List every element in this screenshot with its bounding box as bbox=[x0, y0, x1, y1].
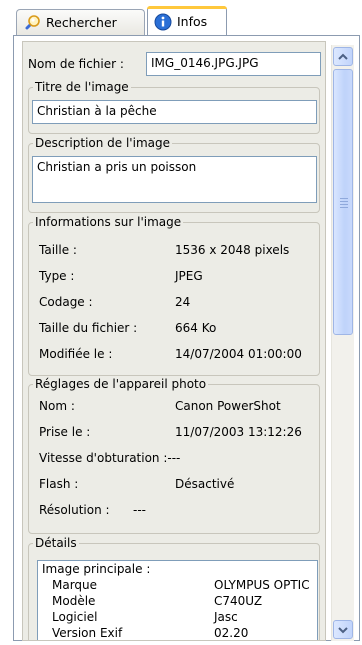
resolution-value: --- bbox=[133, 503, 146, 517]
description-legend: Description de l'image bbox=[33, 136, 172, 150]
details-software-value: Jasc bbox=[214, 610, 238, 624]
camera-name-key: Nom : bbox=[39, 399, 75, 413]
tab-infos[interactable]: Infos bbox=[147, 6, 227, 36]
grip-line bbox=[340, 204, 348, 205]
details-exif-key: Version Exif bbox=[52, 626, 123, 640]
modified-key: Modifiée le : bbox=[39, 347, 113, 361]
encoding-value: 24 bbox=[175, 295, 191, 309]
vertical-scrollbar[interactable] bbox=[331, 45, 354, 641]
tab-rechercher[interactable]: Rechercher bbox=[16, 9, 145, 35]
details-group: Détails Image principale : Marque OLYMPU… bbox=[28, 536, 320, 640]
details-list[interactable]: Image principale : Marque OLYMPUS OPTIC … bbox=[37, 560, 318, 640]
modified-value: 14/07/2004 01:00:00 bbox=[175, 347, 302, 361]
details-legend: Détails bbox=[33, 536, 79, 550]
size-value: 1536 x 2048 pixels bbox=[175, 243, 290, 257]
scroll-down-button[interactable] bbox=[333, 620, 353, 639]
image-info-legend: Informations sur l'image bbox=[33, 215, 184, 229]
shutter-speed-key: Vitesse d'obturation :--- bbox=[39, 451, 181, 465]
details-software-key: Logiciel bbox=[52, 610, 98, 624]
grip-line bbox=[340, 201, 348, 202]
title-legend: Titre de l'image bbox=[33, 80, 131, 94]
search-magnifier-icon bbox=[23, 14, 41, 32]
file-name-field[interactable]: IMG_0146.JPG.JPG bbox=[146, 52, 321, 76]
details-make-value: OLYMPUS OPTIC bbox=[214, 578, 310, 592]
flash-value: Désactivé bbox=[175, 477, 235, 491]
file-name-label: Nom de fichier : bbox=[28, 57, 124, 71]
details-model-key: Modèle bbox=[52, 594, 96, 608]
image-info-group: Informations sur l'image Taille : 1536 x… bbox=[28, 215, 320, 376]
size-key: Taille : bbox=[39, 243, 77, 257]
resolution-key: Résolution : bbox=[39, 503, 110, 517]
taken-on-key: Prise le : bbox=[39, 425, 91, 439]
taken-on-value: 11/07/2003 13:12:26 bbox=[175, 425, 302, 439]
encoding-key: Codage : bbox=[39, 295, 93, 309]
scroll-up-button[interactable] bbox=[333, 47, 353, 66]
info-icon bbox=[154, 13, 172, 31]
description-field[interactable]: Christian a pris un poisson bbox=[32, 156, 317, 203]
title-field[interactable]: Christian à la pêche bbox=[32, 100, 317, 124]
infos-content: Nom de fichier : IMG_0146.JPG.JPG Titre … bbox=[22, 41, 326, 641]
flash-key: Flash : bbox=[39, 477, 79, 491]
type-key: Type : bbox=[39, 269, 75, 283]
grip-line bbox=[340, 207, 348, 208]
details-header: Image principale : bbox=[42, 562, 151, 576]
description-group: Description de l'image Christian a pris … bbox=[28, 136, 320, 213]
type-value: JPEG bbox=[175, 269, 203, 283]
chevron-down-icon bbox=[338, 623, 348, 637]
chevron-up-icon bbox=[338, 50, 348, 64]
shutter-speed-value: --- bbox=[167, 451, 181, 465]
title-group: Titre de l'image Christian à la pêche bbox=[28, 80, 320, 134]
camera-name-value: Canon PowerShot bbox=[175, 399, 281, 413]
camera-settings-legend: Réglages de l'appareil photo bbox=[33, 377, 209, 391]
tab-label: Infos bbox=[177, 14, 208, 29]
file-size-value: 664 Ko bbox=[175, 321, 217, 335]
details-make-key: Marque bbox=[52, 578, 98, 592]
details-model-value: C740UZ bbox=[214, 594, 263, 608]
grip-line bbox=[340, 198, 348, 199]
camera-settings-group: Réglages de l'appareil photo Nom : Canon… bbox=[28, 377, 320, 534]
file-size-key: Taille du fichier : bbox=[39, 321, 138, 335]
details-exif-value: 02.20 bbox=[214, 626, 249, 640]
infos-panel: Nom de fichier : IMG_0146.JPG.JPG Titre … bbox=[13, 35, 360, 641]
tab-label: Rechercher bbox=[46, 15, 117, 30]
scrollbar-thumb[interactable] bbox=[333, 69, 353, 335]
